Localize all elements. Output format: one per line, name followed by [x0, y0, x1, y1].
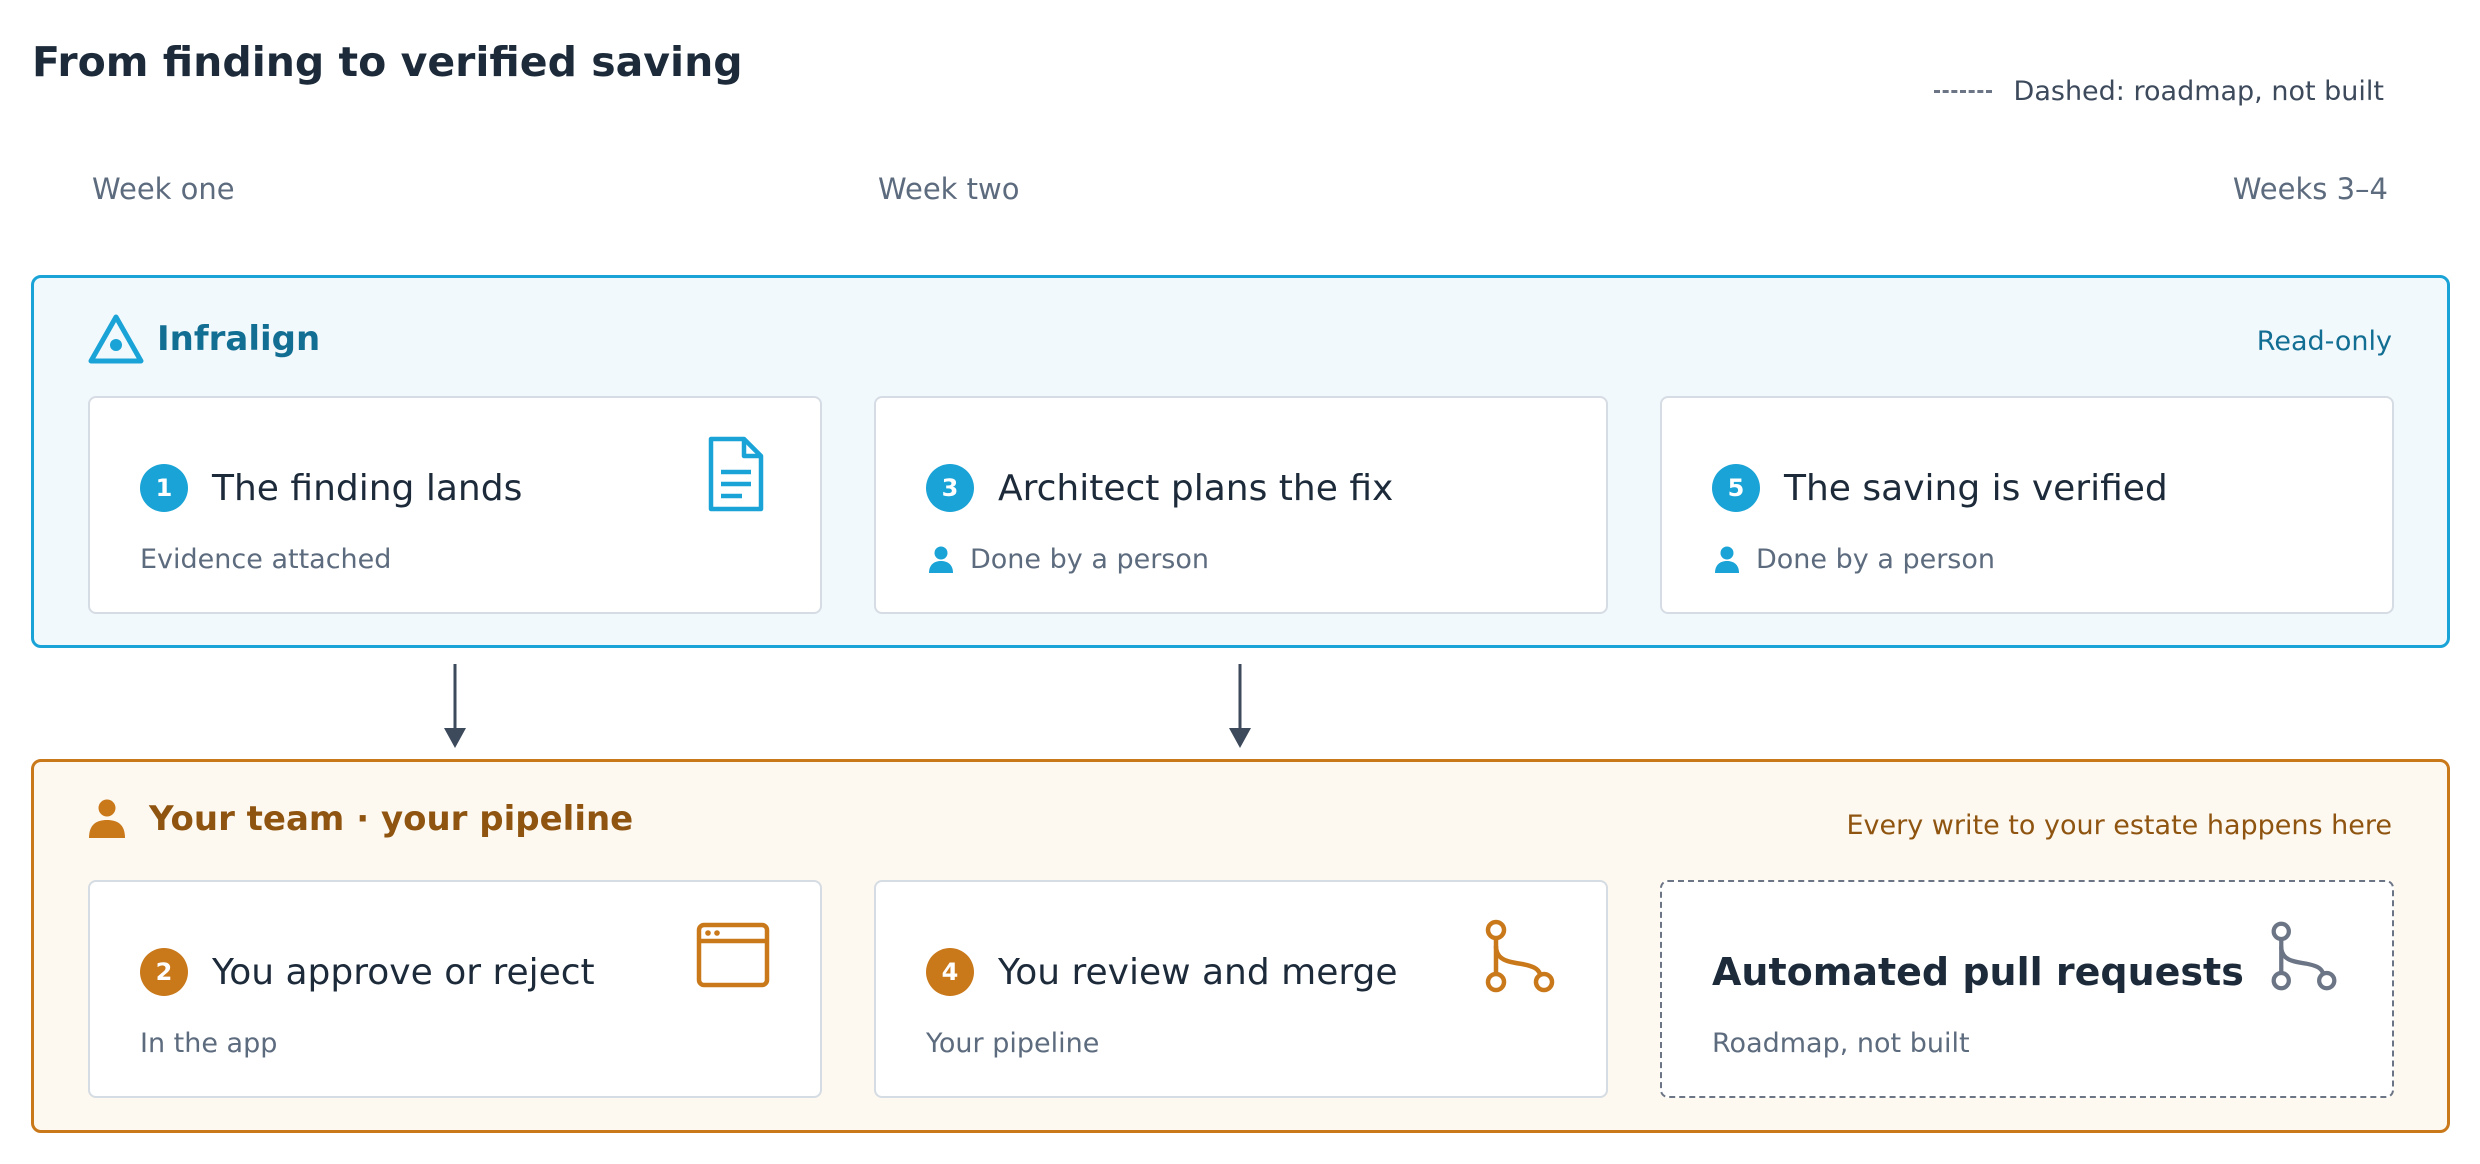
- person-icon: [1712, 545, 1742, 575]
- read-only-note: Read-only: [2256, 326, 2392, 357]
- step-subtitle: Roadmap, not built: [1712, 1028, 1970, 1059]
- step-number-badge: 4: [926, 948, 974, 996]
- person-icon: [926, 545, 956, 575]
- step-card-saving-verified: 5 The saving is verified Done by a perso…: [1660, 396, 2394, 614]
- step-subtitle: Done by a person: [970, 544, 1209, 575]
- step-card-review-merge: 4 You review and merge Your pipeline: [874, 880, 1608, 1098]
- document-icon: [706, 434, 766, 518]
- step-card-finding-lands: 1 The finding lands Evidence attached: [88, 396, 822, 614]
- dashed-line-legend-swatch: [1933, 90, 1992, 93]
- step-title: The saving is verified: [1784, 467, 2168, 509]
- step-number-badge: 2: [140, 948, 188, 996]
- legend-label: Dashed: roadmap, not built: [2013, 76, 2384, 107]
- estate-write-note: Every write to your estate happens here: [1846, 810, 2393, 841]
- step-subtitle: In the app: [140, 1028, 278, 1059]
- browser-window-icon: [696, 922, 770, 992]
- arrow-down-icon: [1229, 664, 1251, 748]
- step-subtitle: Your pipeline: [926, 1028, 1100, 1059]
- page-title: From finding to verified saving: [32, 38, 743, 86]
- step-title: Automated pull requests: [1712, 950, 2244, 994]
- team-pipeline-panel: Your team · your pipeline Every write to…: [31, 759, 2450, 1133]
- week-label-two: Week two: [878, 172, 1020, 206]
- team-pipeline-heading: Your team · your pipeline: [149, 799, 634, 839]
- legend: Dashed: roadmap, not built: [1933, 76, 2384, 107]
- infralign-panel: Infralign Read-only 1 The finding lands …: [31, 275, 2450, 648]
- step-subtitle: Evidence attached: [140, 544, 392, 575]
- step-title: You approve or reject: [212, 951, 595, 993]
- person-icon: [87, 798, 127, 840]
- roadmap-card-automated-prs: Automated pull requests Roadmap, not bui…: [1660, 880, 2394, 1098]
- infralign-brand: Infralign: [157, 319, 321, 359]
- step-title: Architect plans the fix: [998, 467, 1394, 509]
- step-number-badge: 5: [1712, 464, 1760, 512]
- git-merge-icon: [2268, 920, 2340, 996]
- step-number-badge: 1: [140, 464, 188, 512]
- git-merge-icon: [1482, 918, 1558, 998]
- week-label-one: Week one: [92, 172, 235, 206]
- step-card-architect-plans: 3 Architect plans the fix Done by a pers…: [874, 396, 1608, 614]
- week-label-three-four: Weeks 3–4: [2232, 172, 2388, 206]
- infralign-header: Infralign: [87, 313, 320, 365]
- step-card-approve-reject: 2 You approve or reject In the app: [88, 880, 822, 1098]
- step-subtitle: Done by a person: [1756, 544, 1995, 575]
- infralign-logo-icon: [87, 313, 145, 365]
- step-number-badge: 3: [926, 464, 974, 512]
- team-pipeline-header: Your team · your pipeline: [87, 798, 633, 840]
- step-title: The finding lands: [212, 467, 523, 509]
- step-title: You review and merge: [998, 951, 1398, 993]
- arrow-down-icon: [444, 664, 466, 748]
